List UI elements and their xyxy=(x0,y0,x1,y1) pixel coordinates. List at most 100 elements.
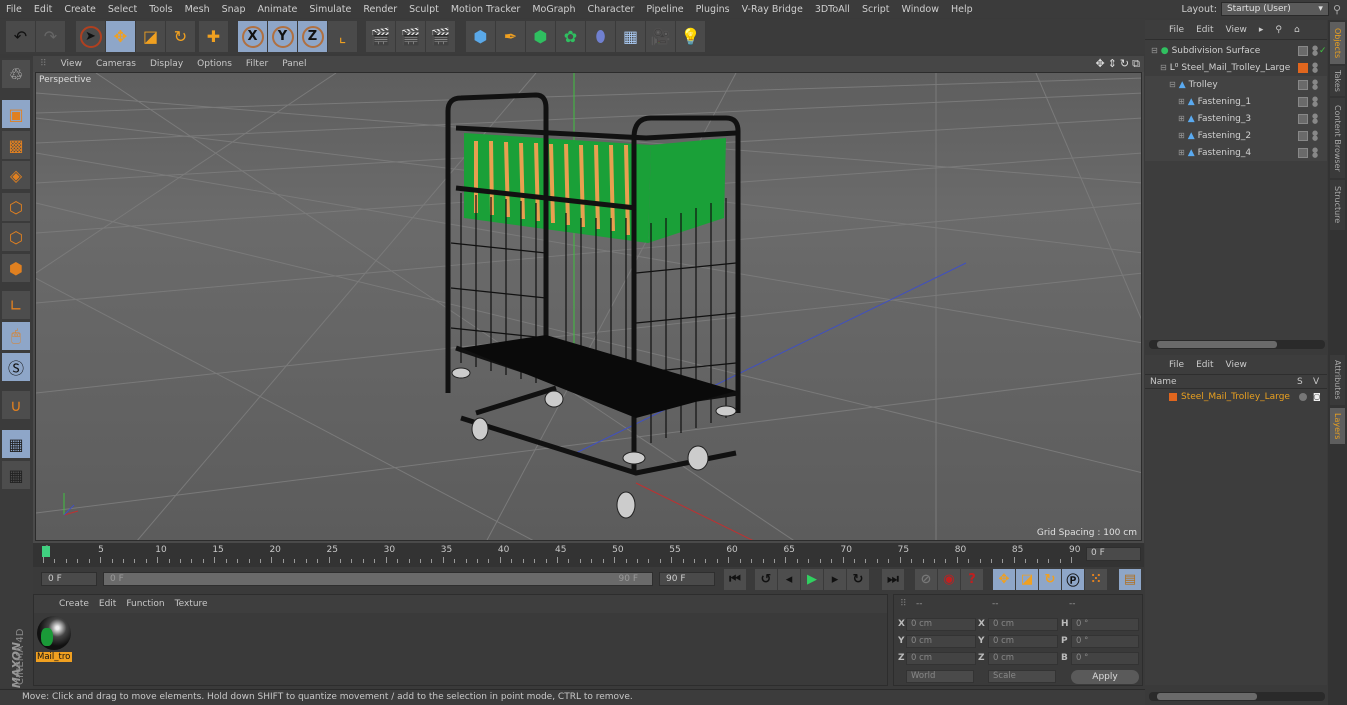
pos-x-field[interactable]: 0 cm xyxy=(906,618,976,631)
viewport-menu-display[interactable]: Display xyxy=(143,59,190,69)
collapse-icon[interactable]: ⊟ xyxy=(1160,63,1167,72)
timeline-ruler[interactable]: 051015202530354045505560657075808590 0 F xyxy=(33,543,1144,567)
display-tag-icon[interactable] xyxy=(1298,96,1308,107)
layout-dropdown[interactable]: Startup (User) ▾ xyxy=(1220,2,1329,16)
key-rotation-button[interactable]: ↻ xyxy=(1039,569,1061,590)
rot-p-field[interactable]: 0 ° xyxy=(1071,635,1139,648)
viewport-menu-cameras[interactable]: Cameras xyxy=(89,59,143,69)
points-mode-button[interactable]: ⬡ xyxy=(2,193,30,221)
dolly-icon[interactable]: ⇕ xyxy=(1108,57,1117,71)
layer-manager-scrollbar[interactable] xyxy=(1149,692,1325,701)
menu-file[interactable]: File xyxy=(0,4,28,15)
viewport-menu-panel[interactable]: Panel xyxy=(275,59,313,69)
layer-menu-file[interactable]: File xyxy=(1163,360,1190,370)
size-z-field[interactable]: 0 cm xyxy=(988,652,1058,665)
next-frame-button[interactable]: ▸ xyxy=(824,569,846,590)
subdivision-button[interactable]: ⬢ xyxy=(526,21,556,52)
menu-render[interactable]: Render xyxy=(357,4,403,15)
rot-b-field[interactable]: 0 ° xyxy=(1071,652,1139,665)
material-menu-function[interactable]: Function xyxy=(121,599,169,609)
size-x-field[interactable]: 0 cm xyxy=(988,618,1058,631)
menu-help[interactable]: Help xyxy=(945,4,979,15)
snap-button[interactable]: Ⓢ xyxy=(2,353,30,381)
object-menu-edit[interactable]: Edit xyxy=(1190,25,1219,35)
menu-select[interactable]: Select xyxy=(102,4,143,15)
lock-workplane-button[interactable]: ▦ xyxy=(2,430,30,458)
menu-animate[interactable]: Animate xyxy=(252,4,304,15)
tab-structure[interactable]: Structure xyxy=(1330,180,1345,230)
object-row[interactable]: ⊟ ▲ Trolley ● ● xyxy=(1145,76,1327,93)
y-axis-button[interactable]: Y xyxy=(268,21,298,52)
rotate-tool-button[interactable]: ↻ xyxy=(166,21,196,52)
home-icon[interactable]: ⌂ xyxy=(1288,25,1306,35)
object-menu-file[interactable]: File xyxy=(1163,25,1190,35)
menu-mesh[interactable]: Mesh xyxy=(179,4,216,15)
menu-plugins[interactable]: Plugins xyxy=(690,4,736,15)
menu-mograph[interactable]: MoGraph xyxy=(526,4,581,15)
menu-sculpt[interactable]: Sculpt xyxy=(403,4,445,15)
layer-menu-edit[interactable]: Edit xyxy=(1190,360,1219,370)
size-y-field[interactable]: 0 cm xyxy=(988,635,1058,648)
object-row[interactable]: ⊟ L⁰ Steel_Mail_Trolley_Large ● ● xyxy=(1145,59,1327,76)
transform-mode-dropdown[interactable]: Scale xyxy=(988,670,1056,683)
viewport-menu-view[interactable]: View xyxy=(54,59,89,69)
previous-frame-button[interactable]: ◂ xyxy=(778,569,800,590)
tab-layers[interactable]: Layers xyxy=(1330,408,1345,444)
redo-button[interactable]: ↷ xyxy=(36,21,66,52)
pan-icon[interactable]: ✥ xyxy=(1095,57,1104,71)
planar-workplane-button[interactable]: ▦ xyxy=(2,461,30,489)
menu-character[interactable]: Character xyxy=(581,4,640,15)
key-scale-button[interactable]: ◪ xyxy=(1016,569,1038,590)
display-tag-icon[interactable] xyxy=(1298,79,1308,90)
tab-takes[interactable]: Takes xyxy=(1330,66,1345,96)
floor-button[interactable]: ▦ xyxy=(616,21,646,52)
search-icon[interactable]: ⚲ xyxy=(1333,3,1341,16)
maximize-icon[interactable]: ⧉ xyxy=(1132,57,1140,71)
play-button[interactable]: ▶ xyxy=(801,569,823,590)
menu-script[interactable]: Script xyxy=(856,4,896,15)
visibility-dots-icon[interactable]: ● ● xyxy=(1312,129,1318,141)
model-mode-button[interactable]: ▣ xyxy=(2,100,30,128)
collapse-icon[interactable]: ⊟ xyxy=(1169,80,1176,89)
solo-toggle-icon[interactable] xyxy=(1299,393,1307,401)
live-selection-button[interactable]: ➤ xyxy=(76,21,106,52)
pen-button[interactable]: ✒ xyxy=(496,21,526,52)
previous-key-button[interactable]: ↺ xyxy=(755,569,777,590)
tab-content-browser[interactable]: Content Browser xyxy=(1330,98,1345,178)
visibility-dots-icon[interactable]: ● ● xyxy=(1312,95,1318,107)
material-menu-edit[interactable]: Edit xyxy=(94,599,121,609)
menu-edit[interactable]: Edit xyxy=(28,4,58,15)
visibility-dots-icon[interactable]: ● ● xyxy=(1312,112,1318,124)
record-keys-button[interactable]: ⊘ xyxy=(915,569,937,590)
render-picture-viewer-button[interactable]: 🎬 xyxy=(396,21,426,52)
display-tag-icon[interactable] xyxy=(1298,113,1308,124)
current-frame-field[interactable]: 0 F xyxy=(1086,547,1141,561)
z-axis-button[interactable]: Z xyxy=(298,21,328,52)
key-position-button[interactable]: ✥ xyxy=(993,569,1015,590)
menu-window[interactable]: Window xyxy=(896,4,945,15)
menu-snap[interactable]: Snap xyxy=(216,4,252,15)
end-frame-field[interactable]: 90 F xyxy=(659,572,715,586)
expand-icon[interactable]: ⊞ xyxy=(1178,97,1185,106)
object-row[interactable]: ⊟ ● Subdivision Surface ● ● ✓ xyxy=(1145,42,1327,59)
object-row[interactable]: ⊞ ▲ Fastening_4 ● ● xyxy=(1145,144,1327,161)
expand-icon[interactable]: ⊞ xyxy=(1178,114,1185,123)
key-parameter-button[interactable]: Ⓟ xyxy=(1062,569,1084,590)
scale-tool-button[interactable]: ◪ xyxy=(136,21,166,52)
layer-menu-view[interactable]: View xyxy=(1220,360,1253,370)
polygons-mode-button[interactable]: ⬢ xyxy=(2,254,30,282)
object-manager-scrollbar[interactable] xyxy=(1149,340,1325,349)
start-frame-field[interactable]: 0 F xyxy=(41,572,97,586)
rot-h-field[interactable]: 0 ° xyxy=(1071,618,1139,631)
expand-icon[interactable]: ⊞ xyxy=(1178,131,1185,140)
menu-tools[interactable]: Tools xyxy=(143,4,178,15)
undo-button[interactable]: ↶ xyxy=(6,21,36,52)
collapse-icon[interactable]: ⊟ xyxy=(1151,46,1158,55)
tab-attributes[interactable]: Attributes xyxy=(1330,355,1345,405)
3d-viewport[interactable]: Perspective Grid Spacing : 100 cm xyxy=(35,72,1142,541)
axis-mode-button[interactable]: ∟ xyxy=(2,291,30,319)
deformer-button[interactable]: ⬮ xyxy=(586,21,616,52)
menu-vray-bridge[interactable]: V-Ray Bridge xyxy=(736,4,809,15)
material-menu-create[interactable]: Create xyxy=(54,599,94,609)
object-row[interactable]: ⊞ ▲ Fastening_3 ● ● xyxy=(1145,110,1327,127)
